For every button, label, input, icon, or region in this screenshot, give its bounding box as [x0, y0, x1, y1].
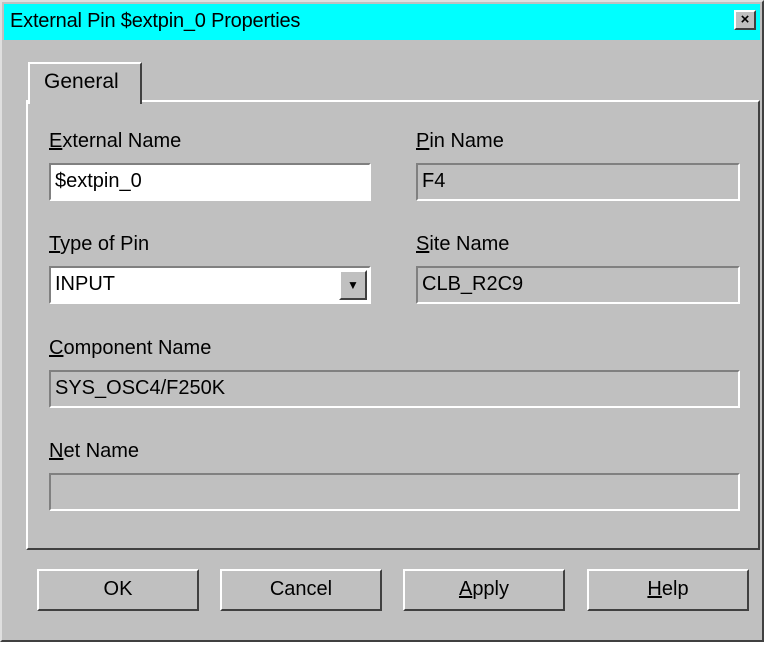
- tab-general[interactable]: General: [28, 62, 142, 104]
- properties-dialog: External Pin $extpin_0 Properties × Gene…: [0, 0, 764, 642]
- external-name-label: External Name: [49, 130, 182, 152]
- external-name-input[interactable]: $extpin_0: [49, 163, 371, 201]
- apply-button[interactable]: Apply: [403, 569, 565, 611]
- cancel-button-label: Cancel: [269, 578, 333, 600]
- title-bar[interactable]: External Pin $extpin_0 Properties ×: [4, 4, 760, 40]
- pin-name-field: F4: [416, 163, 740, 201]
- component-name-field: SYS_OSC4/F250K: [49, 370, 740, 408]
- type-of-pin-label: Type of Pin: [49, 233, 150, 255]
- site-name-label: Site Name: [416, 233, 510, 255]
- pin-name-label: Pin Name: [416, 130, 504, 152]
- help-button[interactable]: Help: [587, 569, 749, 611]
- type-of-pin-select[interactable]: INPUT ▼: [49, 266, 371, 304]
- net-name-field: [49, 473, 740, 511]
- chevron-down-icon: ▼: [347, 278, 359, 292]
- component-name-label: Component Name: [49, 337, 212, 359]
- dropdown-button[interactable]: ▼: [339, 270, 367, 300]
- net-name-label: Net Name: [49, 440, 140, 462]
- window-title: External Pin $extpin_0 Properties: [10, 10, 301, 32]
- help-button-label: Help: [647, 578, 689, 600]
- type-of-pin-value: INPUT: [55, 273, 115, 295]
- site-name-field: CLB_R2C9: [416, 266, 740, 304]
- apply-button-label: Apply: [458, 578, 510, 600]
- cancel-button[interactable]: Cancel: [220, 569, 382, 611]
- ok-button-label: OK: [103, 578, 133, 600]
- close-icon: ×: [740, 11, 750, 28]
- ok-button[interactable]: OK: [37, 569, 199, 611]
- close-button[interactable]: ×: [734, 10, 756, 30]
- tab-general-label: General: [44, 70, 119, 93]
